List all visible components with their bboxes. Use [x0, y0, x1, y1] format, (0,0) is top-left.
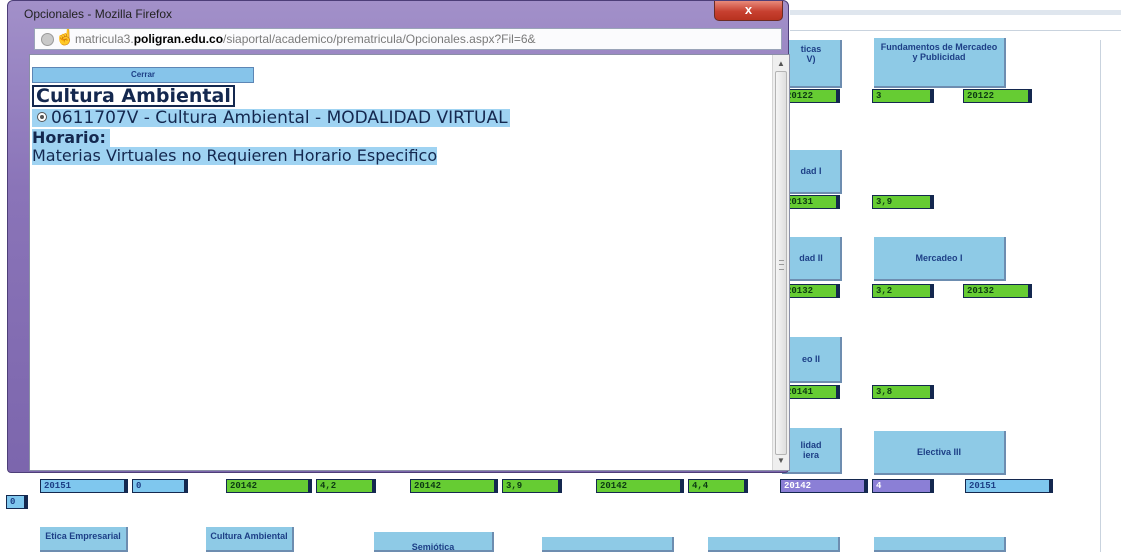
popup-window: Opcionales - Mozilla Firefox x ☝ matricu…: [7, 0, 790, 473]
schedule-label: Horario:: [32, 129, 110, 147]
grade-cell: 20141: [782, 385, 840, 399]
url-path: /siaportal/academico/prematricula/Opcion…: [223, 32, 536, 46]
grade-cell: 3,2: [872, 284, 934, 298]
course-label: dad II: [799, 253, 823, 263]
grade-cell: 20151: [965, 479, 1053, 493]
background-toolbar-strip: [790, 10, 1121, 15]
subject-title: Cultura Ambiental: [32, 85, 235, 107]
window-close-button[interactable]: x: [714, 1, 783, 21]
course-label: ticas V): [800, 44, 822, 64]
course-option[interactable]: 0611707V - Cultura Ambiental - MODALIDAD…: [32, 109, 510, 127]
scroll-thumb[interactable]: [775, 71, 787, 455]
course-label: lidad iera: [800, 440, 822, 460]
course-box-mercadeo-i[interactable]: Mercadeo I: [874, 237, 1006, 281]
grade-cell: 4,2: [316, 479, 376, 493]
grade-cell: 3,9: [502, 479, 562, 493]
grade-cell: 3: [872, 89, 934, 103]
url-domain: poligran.edu.co: [133, 32, 224, 46]
url-prefix: matricula3.: [75, 32, 134, 46]
scroll-up-arrow-icon[interactable]: ▲: [773, 57, 789, 71]
course-label: Etica Empresarial: [45, 531, 121, 541]
grade-cell: 20132: [782, 284, 840, 298]
course-box-fundamentos-mercadeo[interactable]: Fundamentos de Mercadeo y Publicidad: [874, 38, 1006, 88]
grade-cell: 4,4: [688, 479, 748, 493]
course-label: eo II: [801, 354, 820, 364]
grade-cell: 3,8: [872, 385, 934, 399]
hand-cursor-icon: ☝: [55, 29, 75, 46]
course-box[interactable]: [708, 537, 840, 552]
globe-icon: [41, 33, 54, 46]
course-box[interactable]: [874, 537, 1006, 552]
grade-cell: 3,9: [872, 195, 934, 209]
grade-cell: 20132: [963, 284, 1032, 298]
scroll-down-arrow-icon[interactable]: ▼: [773, 454, 789, 468]
cerrar-button[interactable]: Cerrar: [32, 67, 254, 83]
schedule-note: Materias Virtuales no Requieren Horario …: [32, 146, 438, 165]
grade-cell: 20142: [596, 479, 684, 493]
course-label: dad I: [800, 166, 822, 176]
url-bar[interactable]: ☝ matricula3.poligran.edu.co/siaportal/a…: [34, 28, 782, 50]
course-label: Mercadeo I: [915, 253, 963, 263]
grade-cell: 4: [872, 479, 934, 493]
course-box[interactable]: eo II: [782, 337, 842, 383]
course-box-semiotica[interactable]: Semiótica: [374, 532, 494, 552]
course-label: Electiva III: [916, 447, 962, 457]
course-box-etica-empresarial[interactable]: Etica Empresarial: [40, 527, 128, 552]
grade-cell: 20122: [782, 89, 840, 103]
course-label: Cultura Ambiental: [210, 531, 288, 541]
grade-cell: 0: [6, 495, 28, 509]
popup-content: Cerrar Cultura Ambiental 0611707V - Cult…: [29, 54, 790, 471]
window-title: Opcionales - Mozilla Firefox: [24, 7, 173, 21]
grade-cell: 20142: [410, 479, 498, 493]
course-box[interactable]: dad II: [782, 237, 842, 281]
grade-cell: 20151: [40, 479, 128, 493]
background-right-border: [1100, 40, 1101, 552]
background-divider: [790, 30, 1121, 31]
vertical-scrollbar[interactable]: ▲ ▼: [772, 55, 789, 470]
course-box-cultura-ambiental[interactable]: Cultura Ambiental: [206, 527, 294, 552]
grade-cell: 20122: [963, 89, 1032, 103]
course-label: Semiótica: [411, 542, 455, 552]
course-box-electiva-iii[interactable]: Electiva III: [874, 431, 1006, 475]
course-box[interactable]: ticas V): [782, 40, 842, 88]
grade-cell: 0: [132, 479, 188, 493]
radio-icon[interactable]: [37, 112, 47, 122]
grade-cell: 20142: [226, 479, 312, 493]
grip-icon: [779, 260, 784, 270]
course-option-label: 0611707V - Cultura Ambiental - MODALIDAD…: [51, 108, 508, 128]
grade-cell: 20142: [780, 479, 868, 493]
grade-cell: 20131: [782, 195, 840, 209]
course-box[interactable]: dad I: [782, 150, 842, 194]
course-label: Fundamentos de Mercadeo y Publicidad: [880, 42, 998, 62]
course-box[interactable]: lidad iera: [782, 428, 842, 474]
course-box[interactable]: [542, 537, 674, 552]
